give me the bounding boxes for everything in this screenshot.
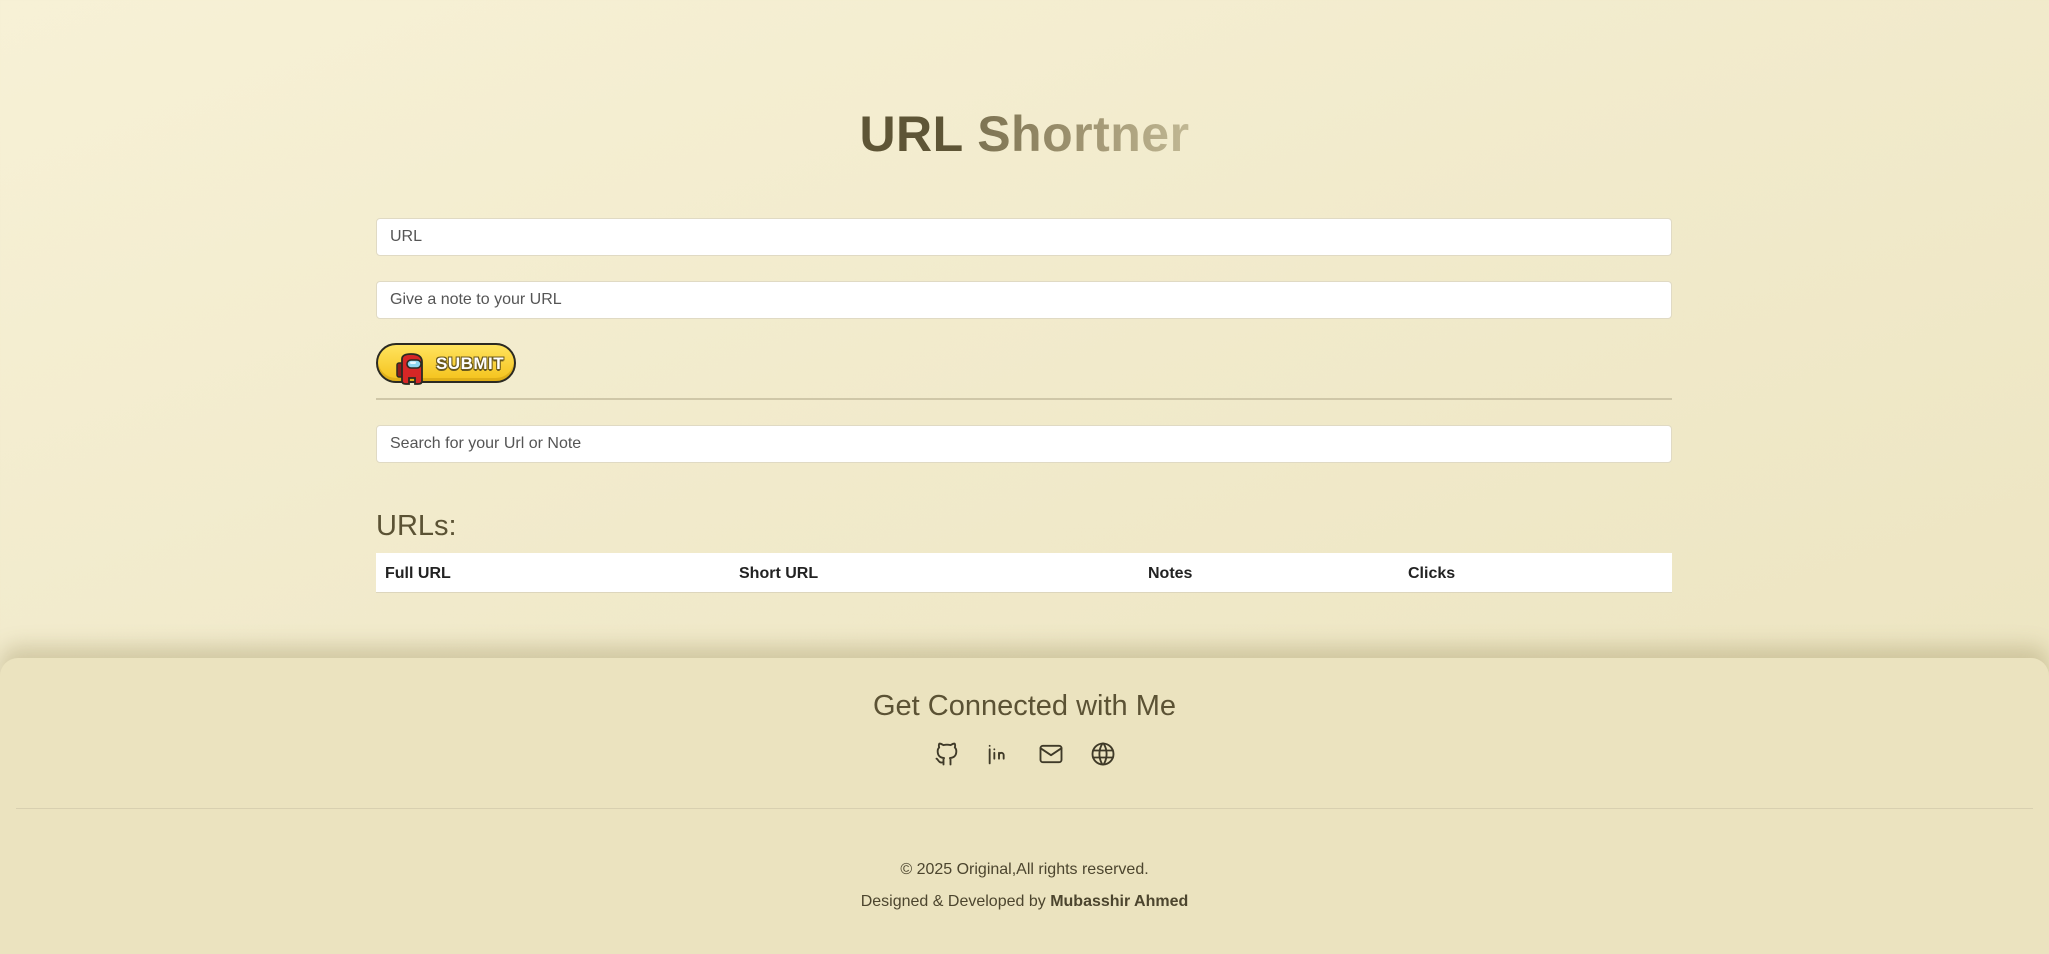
footer: Get Connected with Me © 2025 Original,Al…	[0, 658, 2049, 954]
credit-prefix: Designed & Developed by	[860, 893, 1046, 910]
column-header-notes: Notes	[1148, 565, 1193, 582]
globe-icon	[1091, 742, 1114, 766]
author-name: Mubasshir Ahmed	[1050, 893, 1189, 910]
page-title-part-shortner: Shortner	[977, 106, 1190, 162]
column-header-short-url: Short URL	[739, 565, 819, 582]
urls-table: Full URL Short URL Notes Clicks	[376, 553, 1672, 593]
page-title-part-url: URL	[859, 106, 963, 162]
submit-button-label: SUBMIT	[436, 354, 505, 373]
footer-divider	[16, 808, 2033, 809]
column-header-clicks: Clicks	[1408, 565, 1456, 582]
github-icon	[935, 742, 957, 766]
column-header-full-url: Full URL	[385, 565, 451, 582]
footer-title: Get Connected with Me	[872, 690, 1177, 722]
github-link[interactable]	[933, 740, 961, 768]
copyright-text: © 2025 Original,All rights reserved.	[900, 861, 1149, 878]
submit-button[interactable]: SUBMIT	[376, 343, 516, 385]
credit-text: Designed & Developed by Mubasshir Ahmed	[0, 893, 2049, 911]
url-input[interactable]	[376, 218, 1672, 256]
search-input[interactable]	[376, 425, 1672, 463]
urls-heading: URLs:	[376, 510, 457, 542]
mail-icon	[1039, 744, 1062, 764]
linkedin-icon	[988, 744, 1005, 765]
linkedin-link[interactable]	[985, 740, 1013, 768]
email-link[interactable]	[1037, 740, 1065, 768]
page-title: URL Shortner	[0, 104, 2049, 164]
social-links	[0, 740, 2049, 768]
website-link[interactable]	[1089, 740, 1117, 768]
form-divider	[376, 398, 1672, 400]
crewmate-icon	[396, 353, 423, 385]
note-input[interactable]	[376, 281, 1672, 319]
